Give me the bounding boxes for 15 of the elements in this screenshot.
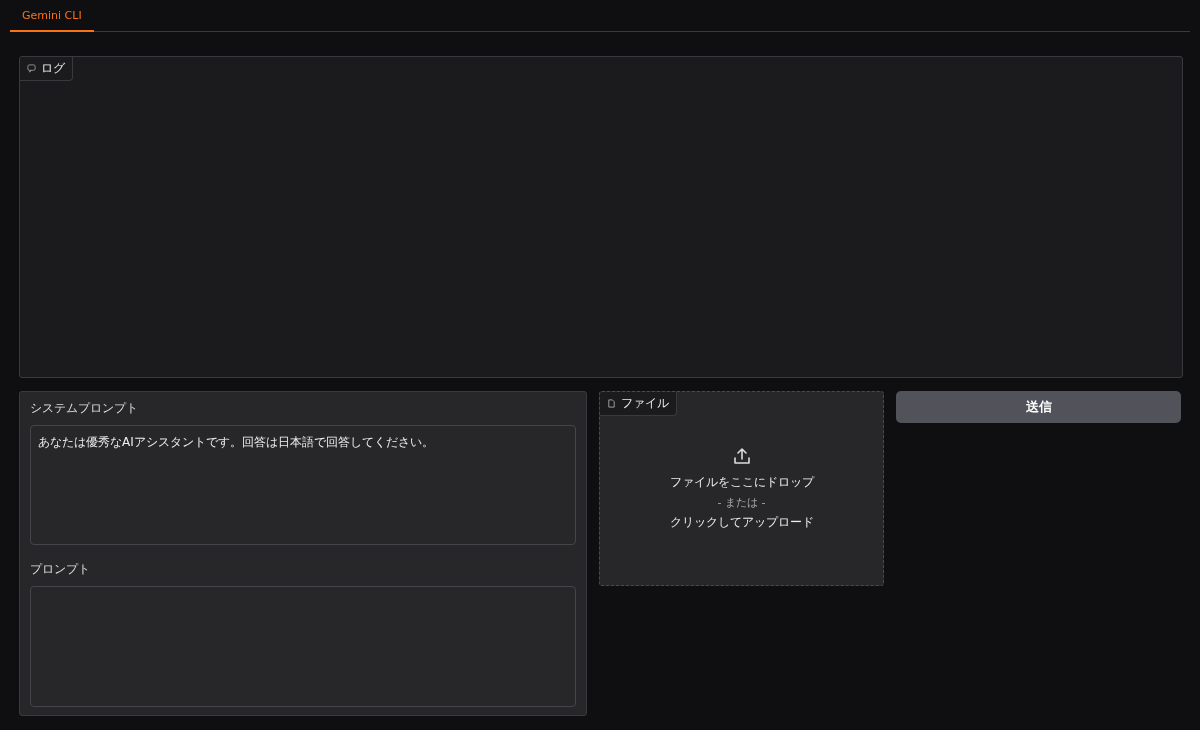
tab[interactable]: Gemini CLI xyxy=(10,9,94,32)
drop-text: ファイルをここにドロップ xyxy=(669,474,814,491)
file-label: ファイル xyxy=(600,392,677,416)
log-label: ログ xyxy=(20,57,73,81)
upload-icon xyxy=(731,446,752,466)
file-drop-zone[interactable]: ファイル ファイルをここにドロップ - または - クリックしてアップロード xyxy=(599,391,884,586)
system-prompt-label: システムプロンプト xyxy=(30,400,139,417)
prompt-label: プロンプト xyxy=(30,561,91,579)
click-upload-text: クリックしてアップロード xyxy=(669,514,814,531)
file-icon xyxy=(607,399,616,408)
chat-icon xyxy=(27,64,36,73)
send-button[interactable]: 送信 xyxy=(896,391,1181,423)
system-prompt-field[interactable]: あなたは優秀なAIアシスタントです。回答は日本語で回答してください。 xyxy=(30,425,576,546)
or-text: - または - xyxy=(717,495,766,510)
prompt-field[interactable] xyxy=(30,586,576,707)
